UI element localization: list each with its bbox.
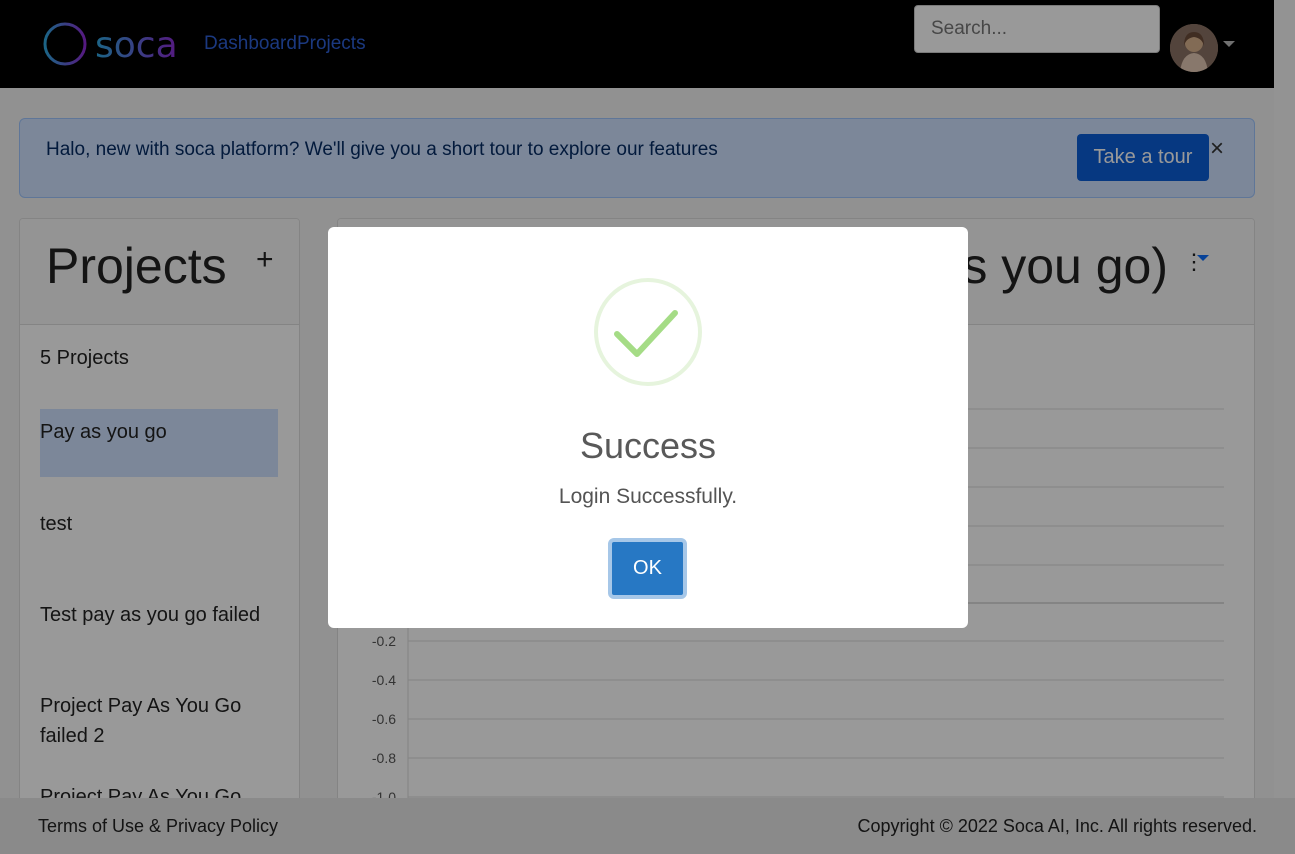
ok-button[interactable]: OK — [608, 538, 687, 599]
modal-message: Login Successfully. — [558, 485, 738, 508]
success-check-icon — [594, 278, 702, 386]
success-modal: Success Login Successfully. OK — [328, 227, 968, 628]
modal-title: Success — [579, 425, 717, 466]
